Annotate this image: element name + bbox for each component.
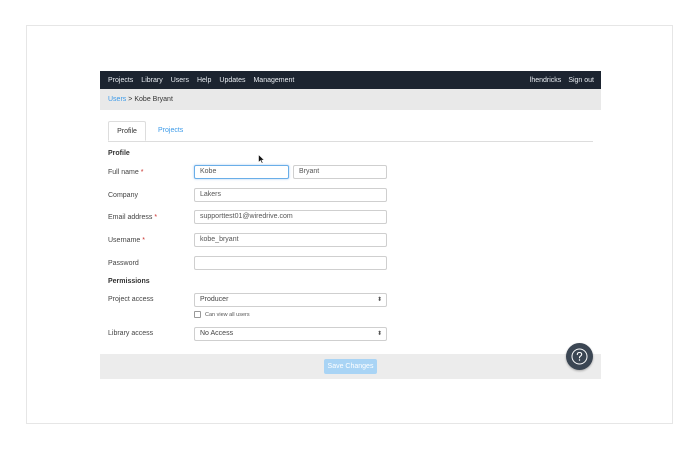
required-mark: * [142,237,145,244]
required-mark: * [154,214,158,221]
mouse-cursor-icon [258,151,266,169]
can-view-all-users-checkbox[interactable] [194,311,201,318]
tab-profile[interactable]: Profile [108,121,146,141]
email-label: Email address * [108,214,157,221]
required-mark: * [140,169,144,176]
tab-projects[interactable]: Projects [150,121,191,141]
nav-help[interactable]: Help [197,77,211,84]
library-access-value: No Access [200,330,234,337]
can-view-all-users-label: Can view all users [205,311,250,318]
username-input[interactable]: kobe_bryant [194,233,387,247]
app-window: Projects Library Users Help Updates Mana… [100,71,601,379]
nav-menu: Projects Library Users Help Updates Mana… [100,77,294,84]
library-access-label: Library access [108,330,154,337]
nav-projects[interactable]: Projects [108,77,133,84]
email-field[interactable]: supporttest01@wiredrive.com [194,210,387,224]
can-view-all-users-row[interactable]: Can view all users [194,311,250,318]
nav-users[interactable]: Users [171,77,189,84]
nav-user-area: lhendricks Sign out [530,77,601,84]
section-title-permissions: Permissions [108,278,150,285]
password-label: Password [108,260,139,267]
library-access-select[interactable]: No Access ⬍ [194,327,387,341]
first-name-input[interactable]: Kobe [194,165,289,179]
last-name-input[interactable]: Bryant [293,165,387,179]
nav-library[interactable]: Library [141,77,162,84]
tab-bar: Profile Projects [108,121,593,142]
email-label-text: Email address [108,214,153,221]
up-down-arrows-icon: ⬍ [376,331,382,337]
form-footer: Save Changes [100,354,601,379]
nav-updates[interactable]: Updates [219,77,245,84]
nav-management[interactable]: Management [253,77,294,84]
fullname-label-text: Full name [108,169,139,176]
breadcrumb-users-link[interactable]: Users [108,96,126,103]
breadcrumb: Users > Kobe Bryant [100,89,601,110]
fullname-label: Full name * [108,169,143,176]
up-down-arrows-icon: ⬍ [376,297,382,303]
project-access-label: Project access [108,296,154,303]
breadcrumb-separator: > [128,96,133,103]
nav-signout[interactable]: Sign out [568,77,594,84]
project-access-select[interactable]: Producer ⬍ [194,293,387,307]
nav-username[interactable]: lhendricks [530,77,562,84]
top-navigation: Projects Library Users Help Updates Mana… [100,71,601,89]
project-access-value: Producer [200,296,229,303]
help-button[interactable] [566,343,593,370]
breadcrumb-current: Kobe Bryant [134,96,173,103]
company-input[interactable]: Lakers [194,188,387,202]
username-label: Username * [108,237,145,244]
username-label-text: Username [108,237,141,244]
question-circle-icon [571,348,588,365]
company-label: Company [108,192,138,199]
save-changes-button[interactable]: Save Changes [324,359,377,374]
section-title-profile: Profile [108,150,130,157]
password-input[interactable] [194,256,387,270]
